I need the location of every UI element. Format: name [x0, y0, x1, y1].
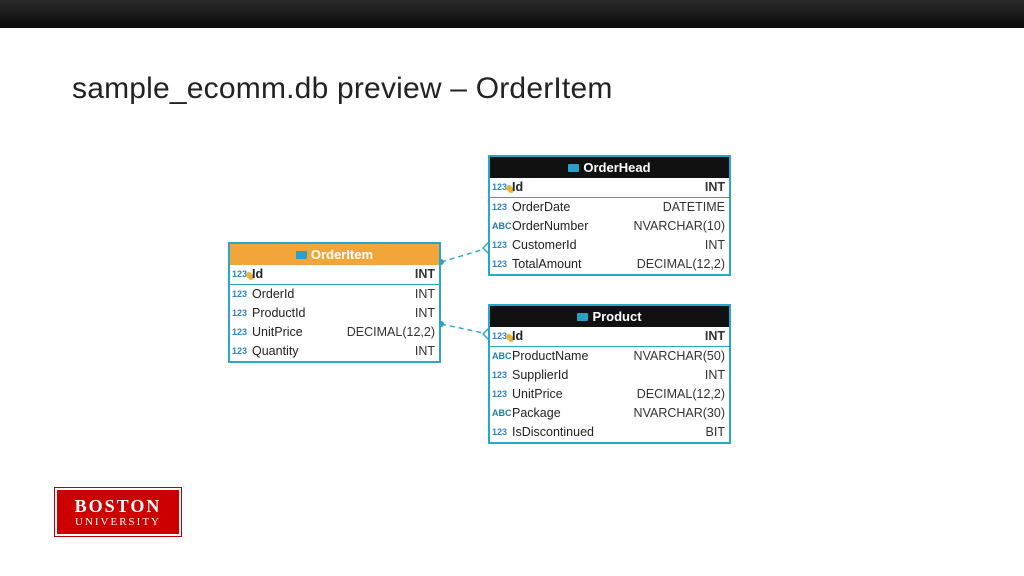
column-name: Id — [252, 266, 263, 283]
entity-header[interactable]: OrderHead — [490, 157, 729, 178]
number-type-icon: 123 — [492, 199, 512, 216]
column-row[interactable]: 123IsDiscontinued BIT — [490, 423, 729, 442]
number-type-icon: 123 — [492, 328, 512, 345]
logo-line2: UNIVERSITY — [75, 517, 161, 528]
entity-body: 123IdINT123OrderDateDATETIMEABCOrderNumb… — [490, 178, 729, 274]
number-type-icon: 123 — [232, 305, 252, 322]
number-type-icon: 123 — [232, 266, 252, 283]
column-row-pk[interactable]: 123Id INT — [490, 327, 729, 347]
column-type: INT — [705, 179, 725, 196]
text-type-icon: ABC — [492, 405, 512, 422]
column-type: INT — [705, 367, 725, 384]
entity-name: OrderItem — [311, 247, 373, 262]
number-type-icon: 123 — [232, 343, 252, 360]
column-type: DATETIME — [663, 199, 725, 216]
entity-header[interactable]: OrderItem — [230, 244, 439, 265]
number-type-icon: 123 — [232, 286, 252, 303]
number-type-icon: 123 — [492, 237, 512, 254]
column-type: NVARCHAR(50) — [634, 348, 725, 365]
column-type: NVARCHAR(10) — [634, 218, 725, 235]
column-row[interactable]: ABCOrderNumber NVARCHAR(10) — [490, 217, 729, 236]
table-icon — [296, 251, 307, 259]
entity-header[interactable]: Product — [490, 306, 729, 327]
number-type-icon: 123 — [492, 367, 512, 384]
column-type: INT — [415, 266, 435, 283]
column-type: DECIMAL(12,2) — [637, 256, 725, 273]
column-name: Quantity — [252, 343, 299, 360]
logo-line1: BOSTON — [75, 497, 162, 515]
number-type-icon: 123 — [492, 386, 512, 403]
entity-orderItem[interactable]: OrderItem123IdINT123OrderIdINT123Product… — [228, 242, 441, 363]
column-row[interactable]: 123UnitPrice DECIMAL(12,2) — [230, 323, 439, 342]
column-row[interactable]: 123TotalAmount DECIMAL(12,2) — [490, 255, 729, 274]
entity-name: OrderHead — [583, 160, 650, 175]
column-type: NVARCHAR(30) — [634, 405, 725, 422]
column-name: OrderId — [252, 286, 294, 303]
column-row[interactable]: 123UnitPrice DECIMAL(12,2) — [490, 385, 729, 404]
entity-body: 123IdINT123OrderIdINT123ProductIdINT123U… — [230, 265, 439, 361]
column-name: ProductName — [512, 348, 588, 365]
number-type-icon: 123 — [492, 256, 512, 273]
column-name: Package — [512, 405, 561, 422]
column-type: BIT — [706, 424, 725, 441]
column-name: UnitPrice — [512, 386, 563, 403]
column-name: TotalAmount — [512, 256, 581, 273]
column-name: UnitPrice — [252, 324, 303, 341]
column-type: DECIMAL(12,2) — [637, 386, 725, 403]
table-icon — [577, 313, 588, 321]
column-row[interactable]: ABCProductName NVARCHAR(50) — [490, 347, 729, 366]
text-type-icon: ABC — [492, 218, 512, 235]
column-type: INT — [705, 237, 725, 254]
number-type-icon: 123 — [492, 424, 512, 441]
number-type-icon: 123 — [232, 324, 252, 341]
column-type: INT — [415, 286, 435, 303]
entity-body: 123IdINTABCProductNameNVARCHAR(50)123Sup… — [490, 327, 729, 442]
column-name: OrderDate — [512, 199, 570, 216]
column-row-pk[interactable]: 123Id INT — [490, 178, 729, 198]
column-type: INT — [415, 343, 435, 360]
entity-product[interactable]: Product123IdINTABCProductNameNVARCHAR(50… — [488, 304, 731, 444]
column-type: INT — [705, 328, 725, 345]
column-name: OrderNumber — [512, 218, 588, 235]
column-row[interactable]: 123SupplierId INT — [490, 366, 729, 385]
column-name: Id — [512, 328, 523, 345]
column-row[interactable]: ABCPackage NVARCHAR(30) — [490, 404, 729, 423]
column-row-pk[interactable]: 123Id INT — [230, 265, 439, 285]
relationship-line — [441, 248, 488, 262]
number-type-icon: 123 — [492, 179, 512, 196]
entity-orderHead[interactable]: OrderHead123IdINT123OrderDateDATETIMEABC… — [488, 155, 731, 276]
column-row[interactable]: 123OrderId INT — [230, 285, 439, 304]
bu-logo: BOSTON UNIVERSITY — [55, 488, 181, 536]
column-name: Id — [512, 179, 523, 196]
entity-name: Product — [592, 309, 641, 324]
relationship-line — [441, 324, 488, 334]
column-name: IsDiscontinued — [512, 424, 594, 441]
column-row[interactable]: 123CustomerId INT — [490, 236, 729, 255]
table-icon — [568, 164, 579, 172]
column-row[interactable]: 123Quantity INT — [230, 342, 439, 361]
column-type: DECIMAL(12,2) — [347, 324, 435, 341]
text-type-icon: ABC — [492, 348, 512, 365]
column-row[interactable]: 123ProductId INT — [230, 304, 439, 323]
column-name: SupplierId — [512, 367, 568, 384]
column-name: CustomerId — [512, 237, 577, 254]
column-type: INT — [415, 305, 435, 322]
column-name: ProductId — [252, 305, 306, 322]
column-row[interactable]: 123OrderDate DATETIME — [490, 198, 729, 217]
